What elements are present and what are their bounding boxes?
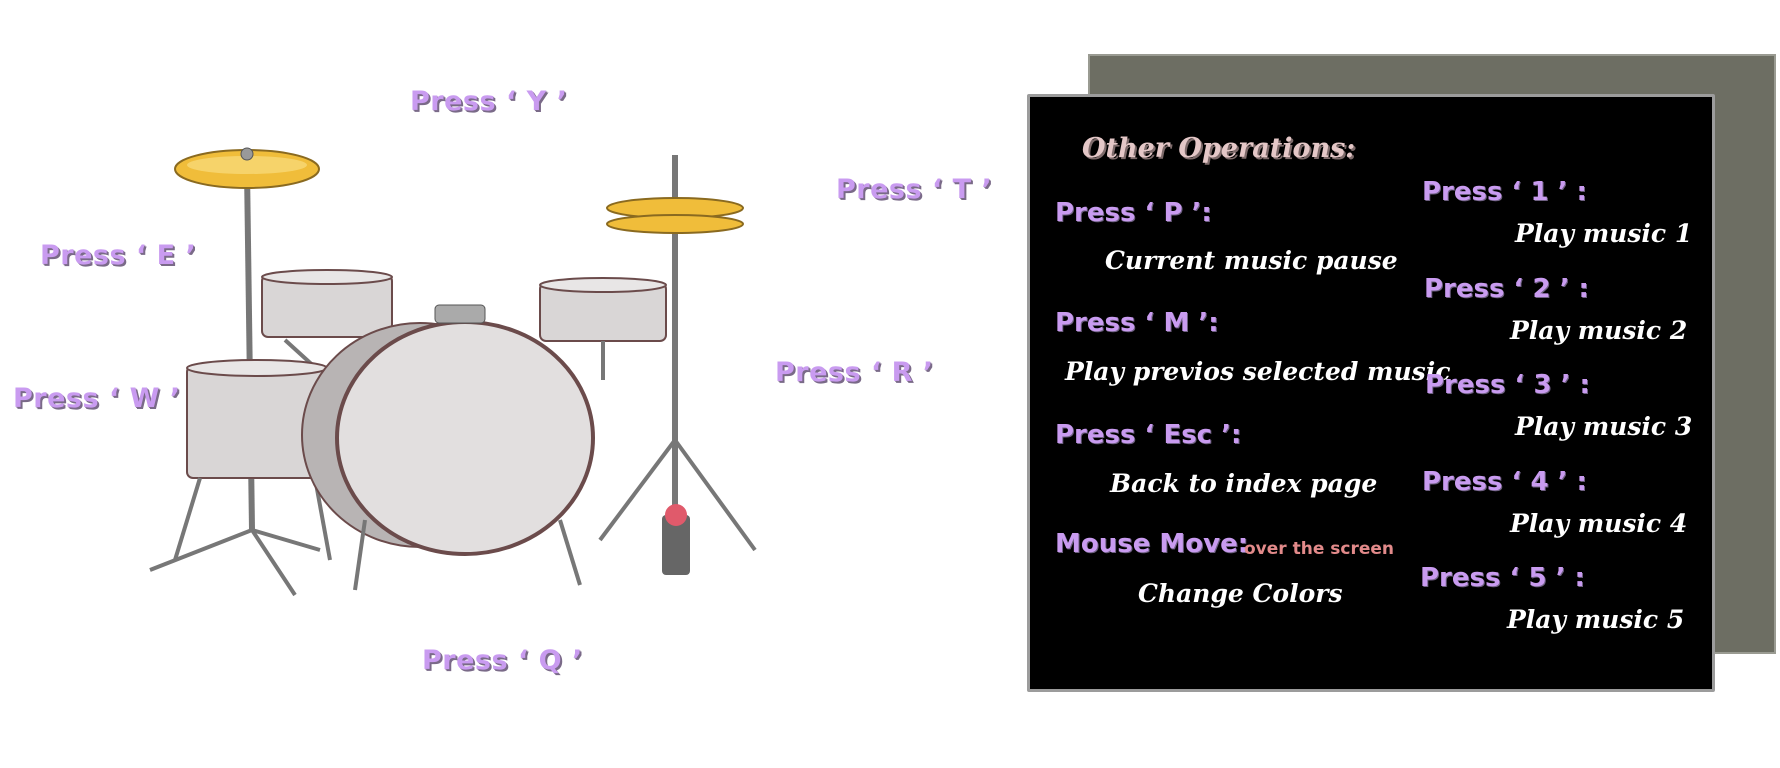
op-note-mouse: over the screen [1244,539,1395,559]
op-key-1: Press ‘ 1 ’ : [1422,177,1587,207]
op-desc-2: Play music 2 [1510,316,1688,345]
op-key-esc: Press ‘ Esc ’: [1055,420,1242,450]
op-key-4: Press ‘ 4 ’ : [1422,467,1587,497]
op-desc-3: Play music 3 [1515,412,1693,441]
op-desc-1: Play music 1 [1515,219,1693,248]
op-key-m: Press ‘ M ’: [1055,308,1219,338]
op-desc-esc: Back to index page [1110,469,1378,498]
bass-drum[interactable] [301,304,595,591]
drum-game-screen: Press ‘ Y ’ Press ‘ T ’ Press ‘ E ’ Pres… [0,0,1780,768]
op-desc-p: Current music pause [1105,246,1398,275]
op-key-p: Press ‘ P ’: [1055,198,1212,228]
label-key-r: Press ‘ R ’ [775,357,934,388]
hi-hat-cymbal[interactable] [598,155,757,575]
panel-title: Other Operations: [1082,133,1356,164]
op-key-3: Press ‘ 3 ’ : [1425,370,1590,400]
label-key-e: Press ‘ E ’ [40,240,197,271]
op-desc-5: Play music 5 [1507,605,1685,634]
label-key-t: Press ‘ T ’ [836,174,993,205]
label-key-q: Press ‘ Q ’ [422,645,583,676]
op-key-5: Press ‘ 5 ’ : [1420,563,1585,593]
other-operations-panel: Other Operations: Press ‘ P ’: Current m… [1027,94,1715,692]
op-key-2: Press ‘ 2 ’ : [1424,274,1589,304]
op-key-mouse: Mouse Move: [1055,529,1249,559]
label-key-w: Press ‘ W ’ [13,383,181,414]
op-desc-4: Play music 4 [1510,509,1688,538]
drum-kit-illustration [149,147,757,597]
label-key-y: Press ‘ Y ’ [410,86,568,117]
op-desc-m: Play previos selected music [1065,357,1451,386]
op-desc-mouse: Change Colors [1138,579,1343,608]
